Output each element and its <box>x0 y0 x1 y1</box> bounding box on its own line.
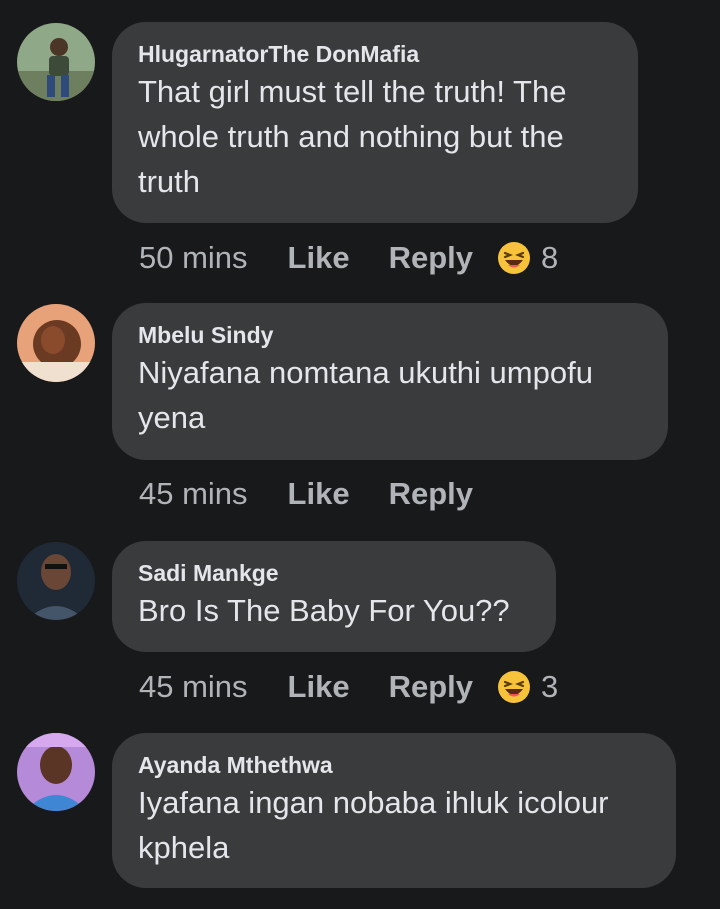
comment-text: That girl must tell the truth! The whole… <box>138 74 567 199</box>
like-button[interactable]: Like <box>288 669 350 705</box>
avatar[interactable] <box>17 542 95 620</box>
avatar[interactable] <box>17 733 95 811</box>
comment-bubble: Sadi Mankge Bro Is The Baby For You?? <box>112 541 556 652</box>
like-button[interactable]: Like <box>288 240 350 276</box>
reply-button[interactable]: Reply <box>389 669 473 705</box>
comment-author[interactable]: Mbelu Sindy <box>138 321 642 349</box>
comment-text: Iyafana ingan nobaba ihluk icolour kphel… <box>138 785 609 865</box>
comment-actions: 45 mins Like Reply <box>139 474 497 514</box>
reply-button[interactable]: Reply <box>389 476 473 512</box>
comment-timestamp[interactable]: 45 mins <box>139 669 248 705</box>
comment-author[interactable]: Sadi Mankge <box>138 559 530 587</box>
laughing-emoji-icon <box>498 671 530 703</box>
comment-actions: 45 mins Like Reply 3 <box>139 667 558 707</box>
comment-text: Bro Is The Baby For You?? <box>138 593 510 628</box>
comment-actions: 50 mins Like Reply 8 <box>139 238 558 278</box>
comment-bubble: Ayanda Mthethwa Iyafana ingan nobaba ihl… <box>112 733 676 888</box>
like-button[interactable]: Like <box>288 476 350 512</box>
comment-timestamp[interactable]: 45 mins <box>139 476 248 512</box>
reaction-summary[interactable]: 3 <box>497 669 558 705</box>
laughing-emoji-icon <box>498 242 530 274</box>
avatar[interactable] <box>17 23 95 101</box>
comment-bubble: HlugarnatorThe DonMafia That girl must t… <box>112 22 638 223</box>
avatar[interactable] <box>17 304 95 382</box>
comment-author[interactable]: HlugarnatorThe DonMafia <box>138 40 612 68</box>
comment-timestamp[interactable]: 50 mins <box>139 240 248 276</box>
reaction-count: 8 <box>541 240 559 275</box>
reaction-count: 3 <box>541 669 559 704</box>
comment-bubble: Mbelu Sindy Niyafana nomtana ukuthi umpo… <box>112 303 668 460</box>
comment-text: Niyafana nomtana ukuthi umpofu yena <box>138 355 593 435</box>
reply-button[interactable]: Reply <box>389 240 473 276</box>
comment-author[interactable]: Ayanda Mthethwa <box>138 751 650 779</box>
reaction-summary[interactable]: 8 <box>497 240 558 276</box>
